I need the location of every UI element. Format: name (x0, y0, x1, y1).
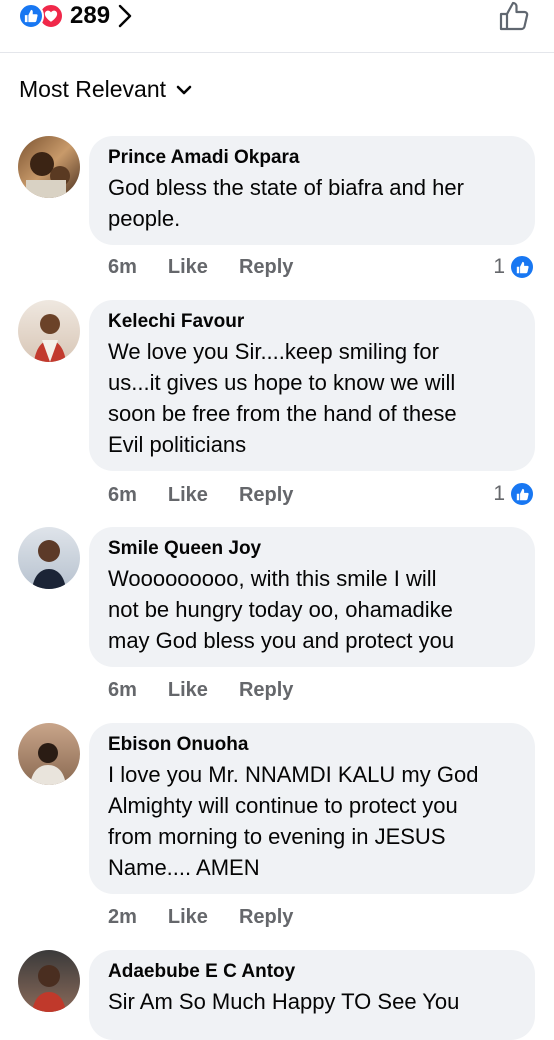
like-button[interactable]: Like (168, 906, 208, 929)
like-button[interactable]: Like (168, 256, 208, 279)
comment-text: Wooooooooo, with this smile I will not b… (108, 566, 455, 653)
comment-bubble[interactable]: Ebison Onuoha I love you Mr. NNAMDI KALU… (89, 723, 535, 894)
comment-reaction-count[interactable]: 1 (493, 481, 535, 507)
reply-button[interactable]: Reply (239, 679, 293, 702)
like-reaction-icon (509, 254, 535, 280)
comment-actions: 2m Like Reply (108, 906, 293, 929)
reply-button[interactable]: Reply (239, 906, 293, 929)
reactions-bar: 289 (0, 0, 554, 53)
sort-dropdown[interactable]: Most Relevant (19, 76, 192, 103)
chevron-down-icon (176, 84, 192, 96)
comment-time[interactable]: 6m (108, 256, 137, 279)
comment-text: God bless the state of biafra and her pe… (108, 175, 464, 231)
comment-text: I love you Mr. NNAMDI KALU my God Almigh… (108, 762, 479, 880)
comment-author[interactable]: Kelechi Favour (108, 310, 517, 334)
comment-author[interactable]: Ebison Onuoha (108, 733, 517, 757)
avatar[interactable] (18, 950, 80, 1012)
like-outline-icon[interactable] (498, 0, 530, 37)
like-button[interactable]: Like (168, 484, 208, 507)
reaction-count: 289 (70, 2, 111, 29)
sort-label: Most Relevant (19, 76, 167, 102)
comment-actions: 6m Like Reply (108, 256, 293, 279)
comment-author[interactable]: Prince Amadi Okpara (108, 146, 517, 170)
avatar[interactable] (18, 300, 80, 362)
comment-bubble[interactable]: Prince Amadi Okpara God bless the state … (89, 136, 535, 245)
comment-bubble[interactable]: Adaebube E C Antoy Sir Am So Much Happy … (89, 950, 535, 1040)
chevron-right-icon[interactable] (118, 4, 132, 28)
comment-text: Sir Am So Much Happy TO See You (108, 989, 460, 1014)
comment-author[interactable]: Smile Queen Joy (108, 537, 517, 561)
comment-reaction-count[interactable]: 1 (493, 254, 535, 280)
avatar[interactable] (18, 527, 80, 589)
reply-button[interactable]: Reply (239, 256, 293, 279)
reaction-count-number: 1 (493, 255, 505, 278)
like-reaction-icon (509, 481, 535, 507)
comment-bubble[interactable]: Smile Queen Joy Wooooooooo, with this sm… (89, 527, 535, 667)
comment-author[interactable]: Adaebube E C Antoy (108, 960, 517, 984)
comment-actions: 6m Like Reply (108, 484, 293, 507)
comment-text: We love you Sir....keep smiling for us..… (108, 339, 457, 457)
avatar[interactable] (18, 723, 80, 785)
like-reaction-icon (18, 3, 44, 29)
comment-bubble[interactable]: Kelechi Favour We love you Sir....keep s… (89, 300, 535, 471)
avatar[interactable] (18, 136, 80, 198)
reactions-summary[interactable]: 289 (18, 2, 132, 30)
reaction-count-number: 1 (493, 482, 505, 505)
reply-button[interactable]: Reply (239, 484, 293, 507)
comment-time[interactable]: 6m (108, 679, 137, 702)
comment-time[interactable]: 2m (108, 906, 137, 929)
comment-time[interactable]: 6m (108, 484, 137, 507)
like-button[interactable]: Like (168, 679, 208, 702)
comment-actions: 6m Like Reply (108, 679, 293, 702)
